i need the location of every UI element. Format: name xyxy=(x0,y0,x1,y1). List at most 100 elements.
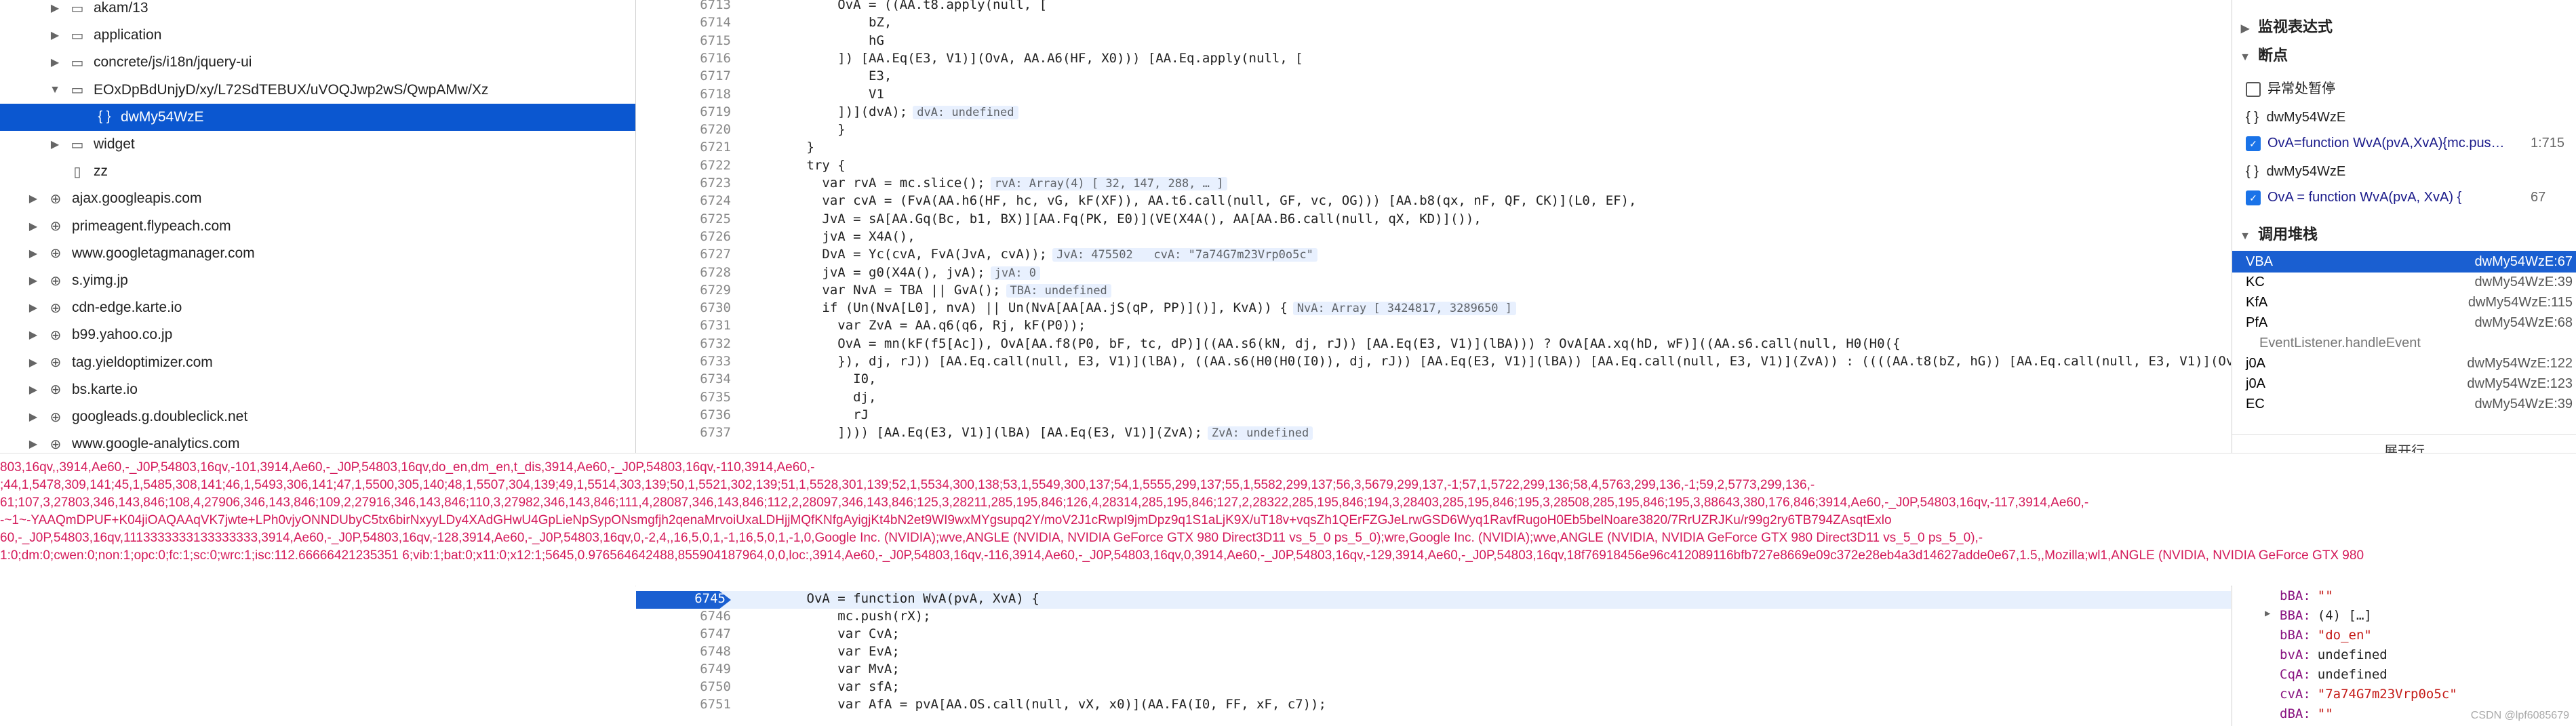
callstack-frame[interactable]: VBA dwMy54WzE:67 xyxy=(2232,251,2576,273)
line-number[interactable]: 6746 xyxy=(636,609,731,624)
tree-item[interactable]: ▶ ⊕ googleads.g.doubleclick.net xyxy=(0,403,247,430)
scope-variable[interactable]: dBA: "" xyxy=(2280,706,2333,721)
breakpoints-section[interactable]: ▼ 断点 xyxy=(2239,43,2288,65)
frame-name: PfA xyxy=(2246,315,2268,330)
line-number[interactable]: 6723 xyxy=(636,176,731,190)
tree-item-label: primeagent.flypeach.com xyxy=(72,218,231,234)
line-number[interactable]: 6727 xyxy=(636,247,731,262)
tree-item[interactable]: ▶ ▭ akam/13 xyxy=(0,0,148,22)
tree-item[interactable]: { } dwMy54WzE xyxy=(0,103,635,131)
line-number[interactable]: 6720 xyxy=(636,122,731,137)
code-text: E3, xyxy=(745,68,892,84)
scope-variable[interactable]: ▶ BBA: (4) […] xyxy=(2265,608,2372,623)
breakpoint-file[interactable]: { } dwMy54WzE xyxy=(2246,164,2345,180)
chevron-right-icon: ▶ xyxy=(28,411,38,423)
line-number[interactable]: 6724 xyxy=(636,193,731,208)
line-number[interactable]: 6730 xyxy=(636,300,731,315)
scope-variable[interactable]: bBA: "do_en" xyxy=(2280,628,2372,643)
breakpoint-entry[interactable]: ✓ OvA=function WvA(pvA,XvA){mc.pus… 1:715 xyxy=(2246,136,2564,151)
frame-location: dwMy54WzE:123 xyxy=(2467,376,2573,391)
code-text: ]) [AA.Eq(E3, V1)](OvA, AA.A6(HF, X0))) … xyxy=(745,50,1303,66)
tree-item[interactable]: ▶ ⊕ ajax.googleapis.com xyxy=(0,185,202,212)
tree-item[interactable]: ▯ zz xyxy=(0,158,108,185)
code-line: OvA = ((AA.t8.apply(null, [ xyxy=(745,0,1047,12)
tree-item[interactable]: ▶ ▭ application xyxy=(0,22,162,49)
line-number[interactable]: 6713 xyxy=(636,0,731,12)
tree-item-label: application xyxy=(94,27,162,43)
line-number[interactable]: 6722 xyxy=(636,158,731,173)
callstack-frame[interactable]: j0A dwMy54WzE:123 xyxy=(2232,373,2576,395)
breakpoint-file[interactable]: { } dwMy54WzE xyxy=(2246,110,2345,125)
inline-value-hint: dvA: undefined xyxy=(913,105,1018,119)
line-number[interactable]: 6735 xyxy=(636,390,731,405)
scope-variable[interactable]: cvA: "7a74G7m23Vrp0o5c" xyxy=(2280,687,2457,702)
current-line-number[interactable]: 6745 xyxy=(636,591,731,609)
code-text: }), dj, rJ)) [AA.Eq.call(null, E3, V1)](… xyxy=(745,354,2231,369)
callstack-frame[interactable]: KC dwMy54WzE:39 xyxy=(2232,271,2576,293)
code-editor-bottom[interactable]: 6745 OvA = function WvA(pvA, XvA) {6746 … xyxy=(636,586,2231,726)
expand-rows-button[interactable]: 展开行 xyxy=(2232,434,2576,453)
chevron-right-icon: ▶ xyxy=(28,247,38,260)
js-file-icon: { } xyxy=(98,109,111,125)
line-number[interactable]: 6717 xyxy=(636,68,731,83)
line-number[interactable]: 6715 xyxy=(636,33,731,48)
line-number[interactable]: 6716 xyxy=(636,51,731,66)
tree-item[interactable]: ▶ ▭ widget xyxy=(0,131,135,158)
breakpoint-checkbox[interactable]: ✓ xyxy=(2246,136,2261,151)
line-number[interactable]: 6718 xyxy=(636,87,731,102)
breakpoint-entry[interactable]: ✓ OvA = function WvA(pvA, XvA) {67 xyxy=(2246,190,2545,205)
code-line: OvA = function WvA(pvA, XvA) { xyxy=(745,591,1039,606)
callstack-frame[interactable]: EC dwMy54WzE:39 xyxy=(2232,393,2576,415)
tree-item[interactable]: ▶ ⊕ s.yimg.jp xyxy=(0,267,128,294)
scope-variable[interactable]: bBA: "" xyxy=(2280,588,2333,603)
code-line: hG xyxy=(745,33,884,48)
tree-item[interactable]: ▼ ▭ EOxDpBdUnjyD/xy/L72SdTEBUX/uVOQJwp2wS/… xyxy=(0,77,488,104)
line-number[interactable]: 6732 xyxy=(636,336,731,351)
callstack-frame[interactable]: j0A dwMy54WzE:122 xyxy=(2232,352,2576,374)
line-number[interactable]: 6751 xyxy=(636,697,731,712)
tree-item-label: EOxDpBdUnjyD/xy/L72SdTEBUX/uVOQJwp2wS/Qw… xyxy=(94,81,489,98)
breakpoint-checkbox[interactable]: ✓ xyxy=(2246,190,2261,205)
line-number[interactable]: 6731 xyxy=(636,318,731,333)
line-number[interactable]: 6721 xyxy=(636,140,731,155)
line-number[interactable]: 6726 xyxy=(636,229,731,244)
globe-icon: ⊕ xyxy=(49,437,62,452)
tree-item[interactable]: ▶ ⊕ primeagent.flypeach.com xyxy=(0,213,231,240)
line-number[interactable]: 6725 xyxy=(636,211,731,226)
globe-icon: ⊕ xyxy=(49,219,62,235)
callstack-frame[interactable]: PfA dwMy54WzE:68 xyxy=(2232,312,2576,334)
line-number[interactable]: 6749 xyxy=(636,662,731,677)
line-number[interactable]: 6750 xyxy=(636,679,731,694)
code-text: jvA = g0(X4A(), jvA); xyxy=(745,264,985,280)
line-number[interactable]: 6737 xyxy=(636,425,731,440)
line-number[interactable]: 6714 xyxy=(636,15,731,30)
line-number[interactable]: 6736 xyxy=(636,407,731,422)
tree-item[interactable]: ▶ ⊕ www.googletagmanager.com xyxy=(0,240,255,267)
line-number[interactable]: 6733 xyxy=(636,354,731,369)
tree-item[interactable]: ▶ ⊕ cdn-edge.karte.io xyxy=(0,294,182,321)
tree-item[interactable]: ▶ ▭ concrete/js/i18n/jquery-ui xyxy=(0,49,252,76)
tree-item[interactable]: ▶ ⊕ tag.yieldoptimizer.com xyxy=(0,349,213,376)
line-number[interactable]: 6747 xyxy=(636,626,731,641)
tree-item-label: www.google-analytics.com xyxy=(72,436,240,452)
line-number[interactable]: 6734 xyxy=(636,371,731,386)
tree-item[interactable]: ▶ ⊕ b99.yahoo.co.jp xyxy=(0,321,172,348)
code-editor-top[interactable]: 6713 OvA = ((AA.t8.apply(null, [6714 bZ,… xyxy=(636,0,2231,453)
tree-item[interactable]: ▶ ⊕ www.google-analytics.com xyxy=(0,430,240,453)
line-number[interactable]: 6729 xyxy=(636,283,731,298)
pause-on-exceptions[interactable]: 异常处暂停 xyxy=(2246,77,2335,97)
code-text: if (Un(NvA[L0], nvA) || Un(NvA[AA[AA.jS(… xyxy=(745,300,1288,316)
pause-exceptions-checkbox[interactable] xyxy=(2246,81,2261,97)
callstack-frame[interactable]: EventListener.handleEvent xyxy=(2232,332,2576,354)
callstack-frame[interactable]: KfA dwMy54WzE:115 xyxy=(2232,291,2576,313)
tree-item[interactable]: ▶ ⊕ bs.karte.io xyxy=(0,376,138,403)
watermark: CSDN @lpf6085679 xyxy=(2470,710,2569,721)
line-number[interactable]: 6748 xyxy=(636,644,731,659)
line-number[interactable]: 6728 xyxy=(636,265,731,280)
watch-section[interactable]: ▶ 监视表达式 xyxy=(2239,15,2333,37)
callstack-section[interactable]: ▼ 调用堆栈 xyxy=(2239,222,2318,244)
scope-variable[interactable]: bvA: undefined xyxy=(2280,647,2387,662)
line-number[interactable]: 6719 xyxy=(636,104,731,119)
code-line: dj, xyxy=(745,390,876,405)
scope-variable[interactable]: CqA: undefined xyxy=(2280,667,2387,682)
